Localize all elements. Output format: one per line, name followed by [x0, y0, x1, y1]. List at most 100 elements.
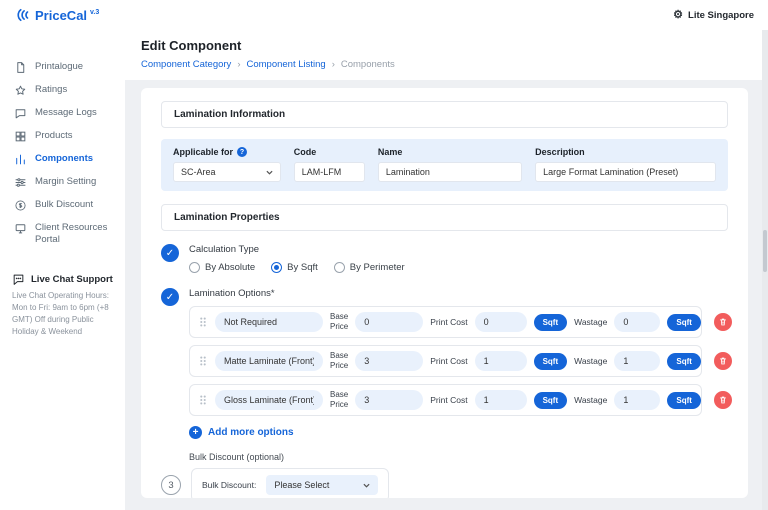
radio-by-absolute[interactable]: By Absolute — [189, 262, 255, 273]
option-name-input[interactable] — [215, 351, 323, 371]
sidebar-item-label: Ratings — [35, 84, 67, 96]
grid-icon — [14, 130, 27, 143]
live-chat-support: Live Chat Support Live Chat Operating Ho… — [0, 273, 125, 338]
sidebar-item-products[interactable]: Products — [0, 125, 125, 148]
applicable-for-select[interactable]: SC-Area — [173, 162, 281, 182]
breadcrumb: Component Category › Component Listing ›… — [141, 59, 748, 70]
print-cost-unit-button[interactable]: Sqft — [534, 392, 568, 409]
region-selector[interactable]: ⚙ Lite Singapore — [673, 10, 754, 21]
base-price-label: Base Price — [330, 312, 348, 331]
step-number-badge: 3 — [161, 475, 181, 495]
print-cost-input[interactable] — [475, 312, 527, 332]
sidebar: Printalogue Ratings Message Logs Product… — [0, 30, 125, 510]
sidebar-item-label: Printalogue — [35, 61, 83, 73]
brand-name: PriceCal — [35, 8, 87, 23]
wastage-unit-button[interactable]: Sqft — [667, 314, 701, 331]
code-field: Code — [294, 147, 365, 182]
component-info-band: Applicable for ? SC-Area Code — [161, 139, 728, 191]
print-cost-unit-button[interactable]: Sqft — [534, 353, 568, 370]
description-input[interactable] — [535, 162, 716, 182]
monitor-icon — [14, 222, 27, 235]
info-icon[interactable]: ? — [237, 147, 247, 157]
bulk-discount-value: Please Select — [274, 480, 329, 490]
wastage-input[interactable] — [614, 312, 660, 332]
check-circle-icon: ✓ — [161, 288, 179, 306]
print-cost-input[interactable] — [475, 390, 527, 410]
calculation-type-label: Calculation Type — [189, 244, 405, 255]
wastage-label: Wastage — [574, 317, 607, 327]
code-label: Code — [294, 147, 365, 157]
name-label: Name — [378, 147, 522, 157]
option-row: Base Price Print Cost Sqft Wastage Sqft — [189, 384, 732, 416]
sidebar-item-label: Client Resources Portal — [35, 222, 119, 246]
sidebar-item-bulk-discount[interactable]: Bulk Discount — [0, 194, 125, 217]
radio-icon — [334, 262, 345, 273]
code-input[interactable] — [294, 162, 365, 182]
sidebar-item-components[interactable]: Components — [0, 148, 125, 171]
topbar: PriceCalv.3 ⚙ Lite Singapore — [0, 0, 768, 30]
drag-handle-icon[interactable] — [198, 355, 208, 367]
calculation-type-radios: By Absolute By Sqft By Perimeter — [189, 262, 405, 273]
sidebar-item-label: Products — [35, 130, 73, 142]
option-name-input[interactable] — [215, 390, 323, 410]
option-name-input[interactable] — [215, 312, 323, 332]
wastage-input[interactable] — [614, 351, 660, 371]
bulk-discount-select[interactable]: Please Select — [266, 475, 378, 495]
document-icon — [14, 61, 27, 74]
sidebar-item-margin-setting[interactable]: Margin Setting — [0, 171, 125, 194]
add-more-options-button[interactable]: + Add more options — [189, 426, 732, 439]
name-input[interactable] — [378, 162, 522, 182]
live-chat-title: Live Chat Support — [31, 274, 113, 285]
drag-handle-icon[interactable] — [198, 316, 208, 328]
base-price-label: Base Price — [330, 390, 348, 409]
sidebar-item-message-logs[interactable]: Message Logs — [0, 102, 125, 125]
live-chat-icon — [12, 273, 25, 286]
applicable-for-label: Applicable for — [173, 147, 233, 157]
brand-logo[interactable]: PriceCalv.3 — [14, 6, 99, 24]
sidebar-item-ratings[interactable]: Ratings — [0, 79, 125, 102]
wastage-unit-button[interactable]: Sqft — [667, 392, 701, 409]
radio-by-sqft[interactable]: By Sqft — [271, 262, 318, 273]
trash-icon — [718, 395, 728, 405]
breadcrumb-current: Components — [341, 59, 395, 70]
description-field: Description — [535, 147, 716, 182]
app-window: PriceCalv.3 ⚙ Lite Singapore Printalogue… — [0, 0, 768, 510]
name-field: Name — [378, 147, 522, 182]
option-row: Base Price Print Cost Sqft Wastage Sqft — [189, 345, 732, 377]
brand-mark-icon — [14, 6, 32, 24]
breadcrumb-component-category[interactable]: Component Category — [141, 59, 231, 70]
base-price-input[interactable] — [355, 390, 423, 410]
calculation-type-block: ✓ Calculation Type By Absolute By — [161, 244, 728, 273]
main-area: Edit Component Component Category › Comp… — [125, 30, 768, 510]
option-row: Base Price Print Cost Sqft Wastage Sqft — [189, 306, 732, 338]
wastage-label: Wastage — [574, 356, 607, 366]
brand-version: v.3 — [90, 9, 99, 16]
wastage-input[interactable] — [614, 390, 660, 410]
sidebar-item-label: Message Logs — [35, 107, 97, 119]
page-header: Edit Component Component Category › Comp… — [125, 30, 768, 80]
radio-icon — [189, 262, 200, 273]
base-price-input[interactable] — [355, 312, 423, 332]
description-label: Description — [535, 147, 716, 157]
drag-handle-icon[interactable] — [198, 394, 208, 406]
sidebar-item-printalogue[interactable]: Printalogue — [0, 56, 125, 79]
delete-option-button[interactable] — [714, 352, 732, 370]
print-cost-unit-button[interactable]: Sqft — [534, 314, 568, 331]
sidebar-item-label: Margin Setting — [35, 176, 96, 188]
sidebar-item-label: Components — [35, 153, 93, 165]
lamination-properties-header: Lamination Properties — [161, 204, 728, 231]
plus-icon: + — [189, 426, 202, 439]
radio-by-perimeter[interactable]: By Perimeter — [334, 262, 405, 273]
sidebar-item-client-resources-portal[interactable]: Client Resources Portal — [0, 217, 125, 251]
delete-option-button[interactable] — [714, 391, 732, 409]
applicable-for-value: SC-Area — [181, 167, 216, 177]
breadcrumb-component-listing[interactable]: Component Listing — [246, 59, 325, 70]
region-label: Lite Singapore — [688, 10, 754, 21]
chevron-down-icon — [266, 170, 273, 175]
base-price-input[interactable] — [355, 351, 423, 371]
delete-option-button[interactable] — [714, 313, 732, 331]
scrollbar-thumb[interactable] — [763, 230, 767, 272]
print-cost-input[interactable] — [475, 351, 527, 371]
dollar-circle-icon — [14, 199, 27, 212]
wastage-unit-button[interactable]: Sqft — [667, 353, 701, 370]
